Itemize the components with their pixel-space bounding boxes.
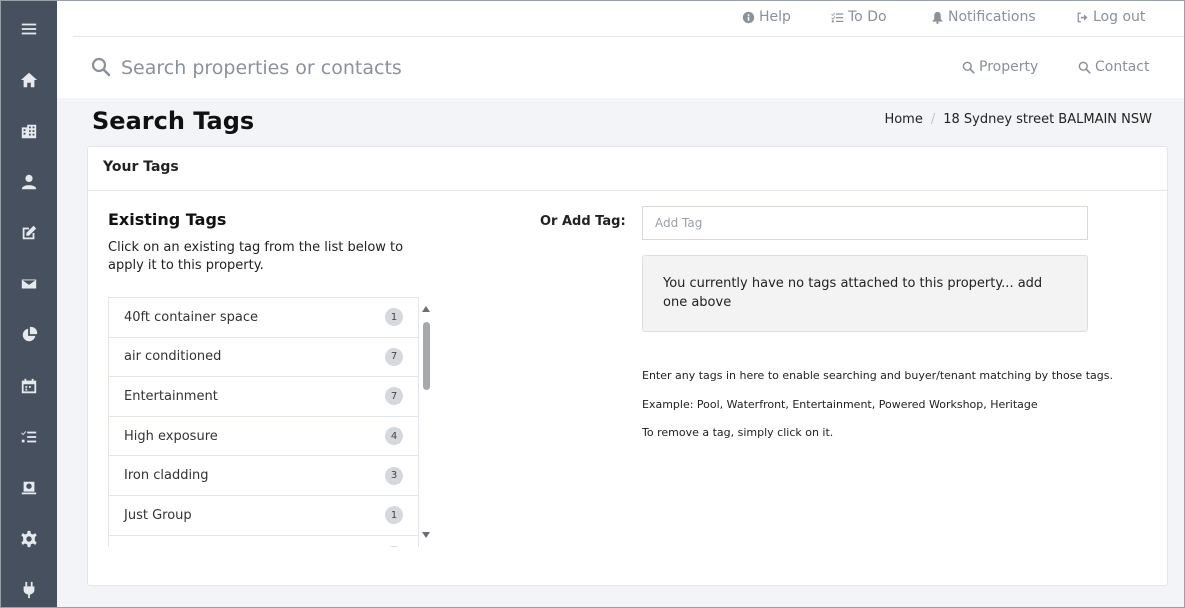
sidebar [1,1,57,607]
help-link[interactable]: Help [742,9,791,25]
tasks-icon[interactable] [1,422,57,452]
tag-count-badge: 7 [385,347,403,366]
breadcrumb: Home / 18 Sydney street BALMAIN NSW [884,112,1152,127]
notifications-link[interactable]: Notifications [931,9,1036,25]
tag-count-badge: 7 [385,387,403,406]
todo-label: To Do [848,9,887,25]
tag-item[interactable]: air conditioned 7 [109,338,418,378]
add-tag-label: Or Add Tag: [540,214,626,229]
add-tag-input[interactable] [642,206,1088,240]
help-label: Help [759,9,791,25]
search-bar: Property Contact [73,38,1184,98]
tags-card: Your Tags Existing Tags Click on an exis… [87,146,1168,586]
breadcrumb-separator: / [930,112,936,127]
top-navbar: Help To Do Notifications Log out [73,1,1184,37]
tag-name: air conditioned [124,349,222,365]
breadcrumb-current: 18 Sydney street BALMAIN NSW [943,112,1152,127]
main-content: Search Tags Home / 18 Sydney street BALM… [57,98,1184,607]
logout-icon [1077,12,1088,22]
breadcrumb-home[interactable]: Home [884,112,922,127]
search-property-label: Property [979,59,1039,75]
search-contact-button[interactable]: Contact [1078,59,1149,75]
tag-name: Entertainment [124,388,218,404]
home-icon[interactable] [1,65,57,95]
search-property-button[interactable]: Property [962,59,1038,75]
tag-item[interactable]: 40ft container space 1 [109,298,418,338]
scroll-down-arrow-icon[interactable] [422,532,430,538]
tag-name: Just Group [124,507,192,523]
tag-count-badge: 1 [385,506,403,525]
help-text-line: Example: Pool, Waterfront, Entertainment… [642,398,1038,411]
plug-icon[interactable] [1,575,57,605]
page-title: Search Tags [92,107,255,135]
logout-label: Log out [1093,9,1146,25]
tag-item[interactable]: Iron cladding 3 [109,456,418,496]
search-icon [962,61,975,74]
calendar-icon[interactable] [1,371,57,401]
todo-link[interactable]: To Do [831,9,887,25]
scroll-thumb[interactable] [423,322,430,390]
tag-item[interactable]: Entertainment 7 [109,377,418,417]
tag-item[interactable]: Just Group 1 [109,496,418,536]
tag-item[interactable] [109,536,418,547]
tag-item[interactable]: High exposure 4 [109,417,418,457]
bell-icon [932,11,943,24]
help-text-line: To remove a tag, simply click on it. [642,426,834,439]
existing-tags-description: Click on an existing tag from the list b… [108,240,404,273]
building-icon[interactable] [1,116,57,146]
tag-count-badge: 3 [385,466,403,485]
help-text-line: Enter any tags in here to enable searchi… [642,369,1113,382]
gear-icon[interactable] [1,524,57,554]
no-tags-message: You currently have no tags attached to t… [642,255,1088,332]
tag-count-badge [385,545,403,547]
tag-name: Iron cladding [124,468,209,484]
tag-count-badge: 4 [385,427,403,446]
logout-link[interactable]: Log out [1076,9,1145,25]
tag-list-scrollbar[interactable] [421,304,431,540]
card-header: Your Tags [88,147,1167,191]
search-icon [1078,61,1091,74]
notifications-label: Notifications [948,9,1036,25]
tag-name: 40ft container space [124,309,258,325]
existing-tags-title: Existing Tags [108,210,227,229]
mail-icon[interactable] [1,269,57,299]
user-icon[interactable] [1,167,57,197]
tag-count-badge: 1 [385,308,403,327]
scroll-up-arrow-icon[interactable] [422,306,430,312]
money-icon[interactable] [1,473,57,503]
search-input[interactable] [121,54,721,82]
menu-icon[interactable] [1,14,57,44]
tag-name: High exposure [124,428,218,444]
search-contact-label: Contact [1095,59,1150,75]
info-icon [742,11,755,23]
tag-list: 40ft container space 1 air conditioned 7… [108,297,419,547]
search-icon [91,57,111,77]
pie-chart-icon[interactable] [1,320,57,350]
edit-icon[interactable] [1,218,57,248]
checklist-icon [831,12,844,22]
